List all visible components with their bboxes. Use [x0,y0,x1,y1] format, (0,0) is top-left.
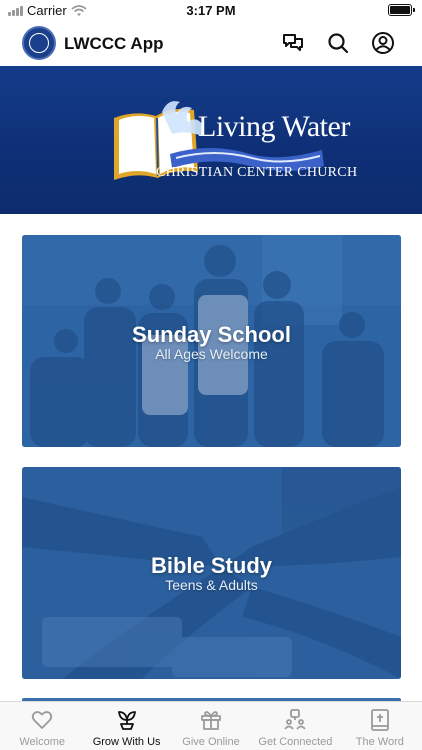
battery-fill [390,6,410,14]
tab-label: The Word [355,736,404,748]
brand-name: Living Water [198,110,350,143]
sprout-icon [115,708,139,732]
app-header: LWCCC App [0,22,422,66]
people-icon [283,708,307,732]
tab-label: Grow With Us [92,736,161,748]
account-icon [372,32,394,54]
church-logo: Living Water CHRISTIAN CENTER CHURCH [110,96,357,190]
search-icon [328,33,349,54]
heart-icon [30,708,54,732]
app-title: LWCCC App [64,34,164,53]
tab-grow-with-us[interactable]: Grow With Us [84,702,168,750]
chat-button[interactable] [281,31,305,55]
card-title: Sunday School [132,322,291,347]
card-subtitle: All Ages Welcome [155,346,268,362]
account-button[interactable] [371,31,395,55]
tab-bar: Welcome Grow With Us Give Online Get Con… [0,701,422,750]
tab-label: Get Connected [258,736,333,748]
tab-label: Give Online [182,736,240,748]
brand-subtitle: CHRISTIAN CENTER CHURCH [156,165,358,180]
sunday-school-card[interactable]: Sunday School All Ages Welcome [22,235,401,447]
gift-icon [199,708,223,732]
tab-give-online[interactable]: Give Online [169,702,253,750]
card-title: Bible Study [150,553,272,578]
bible-icon [368,708,392,732]
search-button[interactable] [326,31,350,55]
tab-label: Welcome [19,736,66,748]
church-banner: Living Water CHRISTIAN CENTER CHURCH [0,66,422,214]
status-time: 3:17 PM [186,3,236,18]
status-bar: Carrier 3:17 PM [0,0,422,22]
card-subtitle: Teens & Adults [165,577,258,593]
app-logo-emblem [29,33,49,53]
battery-icon [388,4,415,16]
chat-icon [283,34,303,51]
tab-get-connected[interactable]: Get Connected [253,702,337,750]
app-logo[interactable] [22,26,56,60]
tab-welcome[interactable]: Welcome [0,702,84,750]
bible-study-card[interactable]: Bible Study Teens & Adults [22,467,401,679]
tab-the-word[interactable]: The Word [338,702,422,750]
